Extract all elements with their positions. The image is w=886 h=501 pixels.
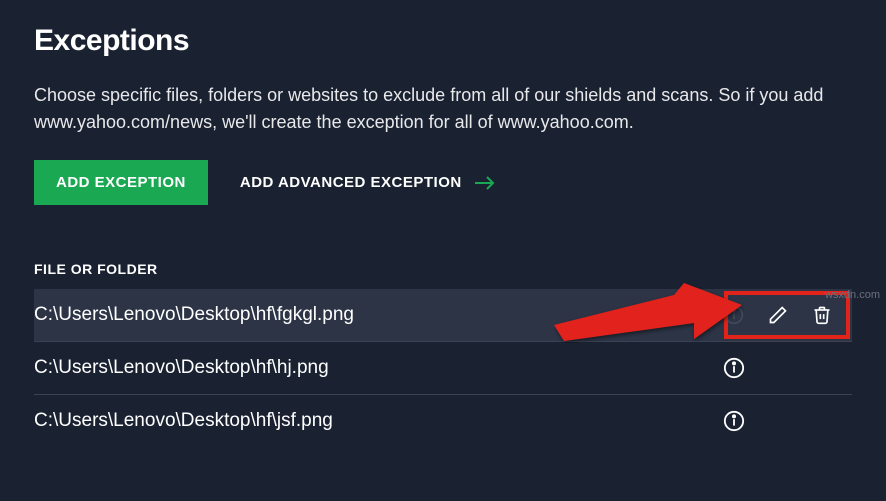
trash-icon[interactable] <box>810 303 834 327</box>
edit-icon[interactable] <box>766 303 790 327</box>
add-advanced-exception-button[interactable]: ADD ADVANCED EXCEPTION <box>240 174 496 191</box>
section-label: FILE OR FOLDER <box>34 261 852 277</box>
row-actions <box>722 303 842 327</box>
row-actions <box>722 409 842 433</box>
arrow-right-icon <box>474 176 496 190</box>
info-icon[interactable] <box>722 356 746 380</box>
info-icon[interactable] <box>722 409 746 433</box>
exceptions-list: C:\Users\Lenovo\Desktop\hf\fgkgl.png C:\… <box>34 289 852 447</box>
button-row: ADD EXCEPTION ADD ADVANCED EXCEPTION <box>34 160 852 205</box>
row-path: C:\Users\Lenovo\Desktop\hf\jsf.png <box>34 410 722 432</box>
add-advanced-label: ADD ADVANCED EXCEPTION <box>240 174 462 191</box>
table-row[interactable]: C:\Users\Lenovo\Desktop\hf\hj.png <box>34 342 852 395</box>
table-row[interactable]: C:\Users\Lenovo\Desktop\hf\jsf.png <box>34 395 852 447</box>
row-path: C:\Users\Lenovo\Desktop\hf\fgkgl.png <box>34 304 722 326</box>
table-row[interactable]: C:\Users\Lenovo\Desktop\hf\fgkgl.png <box>34 289 852 342</box>
add-exception-button[interactable]: ADD EXCEPTION <box>34 160 208 205</box>
info-icon[interactable] <box>722 303 746 327</box>
row-actions <box>722 356 842 380</box>
description-text: Choose specific files, folders or websit… <box>34 82 834 136</box>
row-path: C:\Users\Lenovo\Desktop\hf\hj.png <box>34 357 722 379</box>
watermark-text: wsxdn.com <box>825 289 880 301</box>
page-title: Exceptions <box>34 24 852 58</box>
